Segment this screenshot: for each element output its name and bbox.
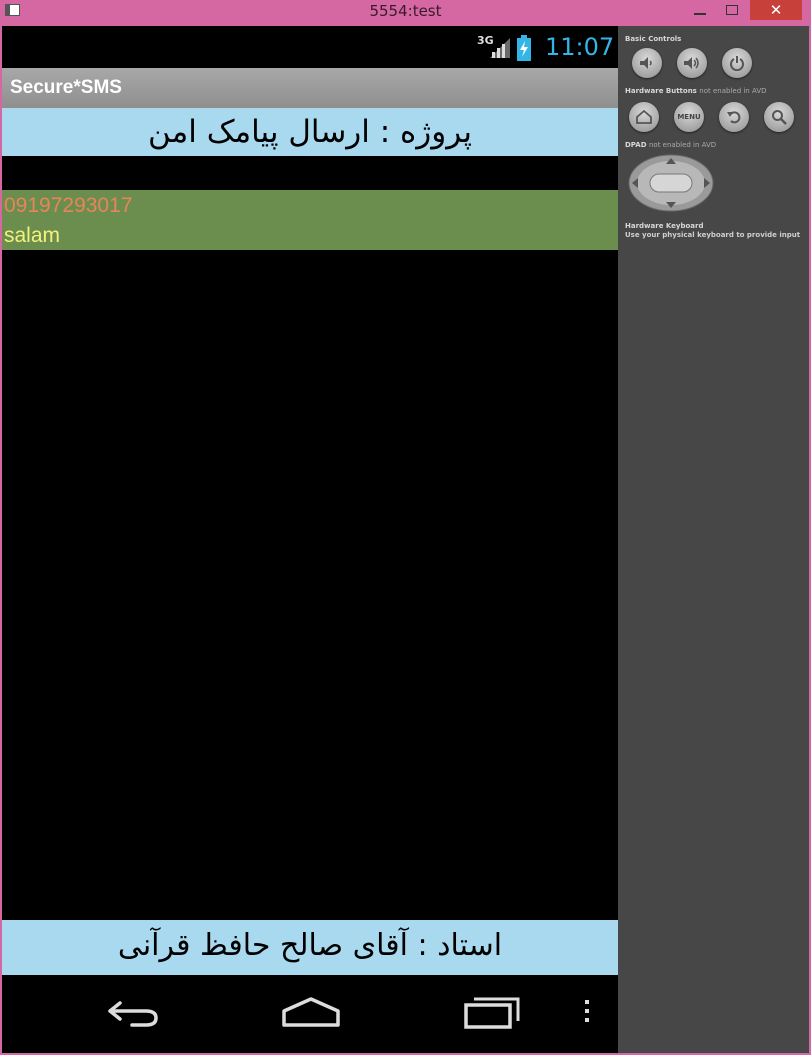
navigation-bar bbox=[2, 975, 618, 1053]
hardware-buttons-label: Hardware Buttons not enabled in AVD bbox=[625, 87, 767, 95]
status-clock: 11:07 bbox=[545, 33, 615, 61]
volume-up-icon[interactable] bbox=[677, 48, 707, 78]
action-bar: Secure*SMS bbox=[2, 68, 618, 108]
message-list-item[interactable]: 09197293017 salam bbox=[2, 190, 618, 250]
back-icon[interactable] bbox=[102, 993, 162, 1033]
overflow-menu-icon[interactable] bbox=[580, 993, 594, 1033]
minimize-button[interactable] bbox=[686, 0, 714, 20]
window-titlebar: 5554:test ✕ bbox=[0, 0, 811, 26]
message-body: salam bbox=[4, 224, 61, 247]
app-title: Secure*SMS bbox=[10, 77, 122, 98]
hardware-buttons-note: not enabled in AVD bbox=[699, 87, 767, 95]
hardware-keyboard-label: Hardware Keyboard bbox=[625, 222, 704, 230]
dpad-control-icon[interactable] bbox=[628, 154, 714, 212]
phone-screen: 3G 11:07 Secure*SMS پروژه : ارسال پیامک … bbox=[2, 26, 618, 1053]
dpad-title: DPAD bbox=[625, 141, 647, 149]
hardware-keyboard-note: Use your physical keyboard to provide in… bbox=[625, 231, 801, 239]
volume-down-icon[interactable] bbox=[632, 48, 662, 78]
dpad-label: DPAD not enabled in AVD bbox=[625, 141, 716, 149]
instructor-banner: استاد : آقای صالح حافظ قرآنی bbox=[2, 920, 618, 975]
project-title-banner: پروژه : ارسال پیامک امن bbox=[2, 108, 618, 156]
maximize-button[interactable] bbox=[718, 0, 746, 20]
recent-apps-icon[interactable] bbox=[460, 993, 524, 1033]
hardware-menu-button[interactable]: MENU bbox=[674, 102, 704, 132]
home-icon[interactable] bbox=[280, 993, 342, 1033]
power-icon[interactable] bbox=[722, 48, 752, 78]
close-button[interactable]: ✕ bbox=[750, 0, 802, 20]
emulator-controls-panel: Basic Controls Hardware Buttons not enab… bbox=[618, 26, 809, 1053]
battery-charging-icon bbox=[517, 35, 531, 61]
signal-icon bbox=[490, 38, 510, 58]
hardware-back-icon[interactable] bbox=[719, 102, 749, 132]
hardware-home-icon[interactable] bbox=[629, 102, 659, 132]
hardware-search-icon[interactable] bbox=[764, 102, 794, 132]
message-sender-number: 09197293017 bbox=[4, 194, 133, 217]
hardware-buttons-title: Hardware Buttons bbox=[625, 87, 697, 95]
dpad-note: not enabled in AVD bbox=[648, 141, 717, 149]
status-bar: 3G 11:07 bbox=[2, 26, 618, 68]
basic-controls-label: Basic Controls bbox=[625, 35, 682, 43]
